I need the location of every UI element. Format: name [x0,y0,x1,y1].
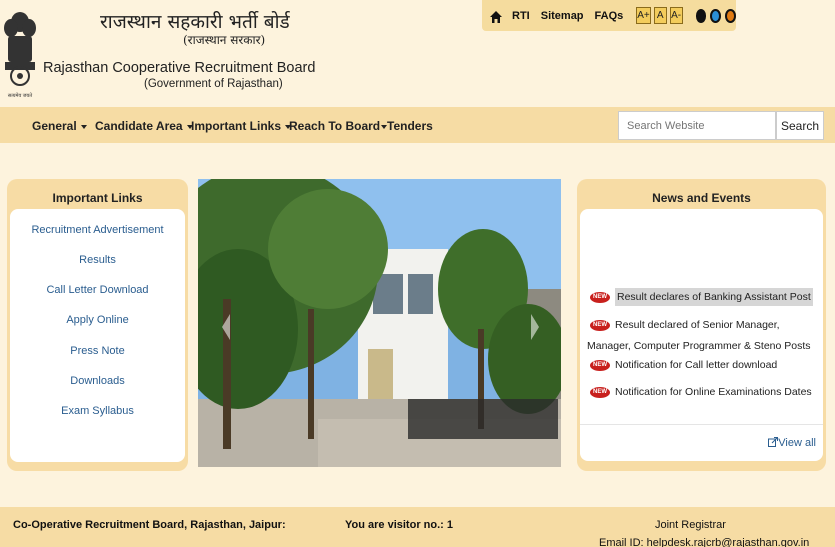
news-item-text: Notification for Call letter download [615,359,778,371]
view-all-label: View all [778,437,816,449]
news-events-title: News and Events [652,191,751,205]
news-item-text: Result declares of Banking Assistant Pos… [615,288,813,306]
nav-general[interactable]: General [32,119,87,133]
link-press-note[interactable]: Press Note [10,345,185,357]
new-badge: NEW [590,359,610,371]
footer-registrar: Joint Registrar [655,519,726,531]
important-links-panel: Important Links Recruitment Advertisemen… [7,179,188,471]
nav-important-links[interactable]: Important Links [191,119,292,133]
link-recruitment-advertisement[interactable]: Recruitment Advertisement [10,224,185,236]
site-subtitle-english: (Government of Rajasthan) [144,78,283,90]
news-list: NEW Result declares of Banking Assistant … [580,209,823,461]
important-links-list: Recruitment Advertisement Results Call L… [10,209,185,462]
view-all-link[interactable]: View all [768,437,816,450]
building-photo-carousel [198,179,561,467]
nav-reach-to-board[interactable]: Reach To Board [289,119,388,133]
nav-candidate-area-label: Candidate Area [95,119,183,133]
home-icon[interactable] [490,10,502,23]
font-increase-button[interactable]: A+ [636,7,651,24]
contrast-blue-button[interactable] [710,8,722,23]
search-button[interactable]: Search [776,111,824,140]
new-badge: NEW [590,386,610,398]
contrast-orange-button[interactable] [725,8,736,23]
footer-org-name: Co-Operative Recruitment Board, Rajastha… [13,519,286,531]
news-item-text: Notification for Online Examinations Dat… [615,386,812,398]
rti-link[interactable]: RTI [512,10,530,22]
contrast-dark-button[interactable] [695,8,707,23]
news-events-panel: News and Events NEW Result declares of Ba… [577,179,826,471]
news-item[interactable]: NEW Result declares of Banking Assistant … [590,287,813,308]
news-item[interactable]: NEW Notification for Call letter download [590,355,777,376]
news-item[interactable]: NEW Notification for Online Examinations … [590,382,812,403]
news-divider [580,424,823,425]
faqs-link[interactable]: FAQs [595,10,624,22]
new-badge: NEW [590,291,610,303]
link-exam-syllabus[interactable]: Exam Syllabus [10,405,185,417]
top-utility-bar: RTI Sitemap FAQs A+ A A- [482,0,736,31]
footer-email[interactable]: Email ID: helpdesk.rajcrb@rajasthan.gov.… [599,537,809,547]
link-call-letter-download[interactable]: Call Letter Download [10,284,185,296]
important-links-title: Important Links [52,191,143,205]
link-downloads[interactable]: Downloads [10,375,185,387]
new-badge: NEW [590,319,610,331]
footer: Co-Operative Recruitment Board, Rajastha… [0,507,835,547]
nav-candidate-area[interactable]: Candidate Area [95,119,193,133]
site-subtitle-hindi: (राजस्थान सरकार) [183,33,266,47]
link-apply-online[interactable]: Apply Online [10,314,185,326]
nav-tenders[interactable]: Tenders [387,119,433,133]
building-photo [198,179,561,467]
nav-general-label: General [32,119,77,133]
sitemap-link[interactable]: Sitemap [541,10,584,22]
news-item[interactable]: NEW Result declared of Senior Manager, Ma… [587,315,819,357]
site-title-english: Rajasthan Cooperative Recruitment Board [43,60,316,76]
nav-important-links-label: Important Links [191,119,282,133]
emblem-logo: सत्यमेव जयते [2,6,38,99]
search-input[interactable] [618,111,776,140]
chevron-down-icon [80,124,87,129]
news-item-text: Result declared of Senior Manager, Manag… [587,319,811,352]
link-results[interactable]: Results [10,254,185,266]
nav-reach-to-board-label: Reach To Board [289,119,381,133]
external-link-icon [768,437,779,450]
font-decrease-button[interactable]: A- [669,7,683,24]
visitor-counter: You are visitor no.: 1 [345,519,453,531]
font-normal-button[interactable]: A [653,7,667,24]
